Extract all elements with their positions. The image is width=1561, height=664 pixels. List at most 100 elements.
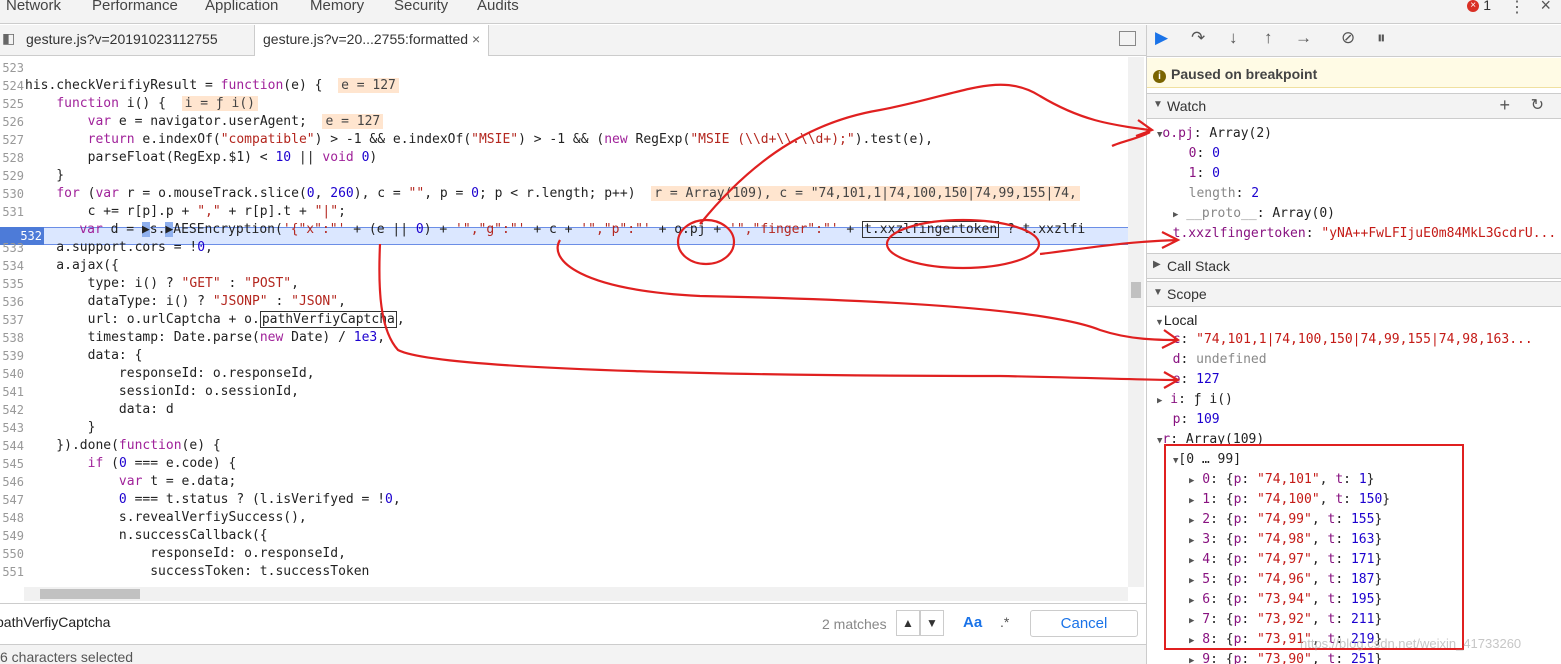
resume-icon[interactable]: ▶ xyxy=(1155,28,1168,48)
step-out-icon[interactable]: ↑ xyxy=(1264,28,1273,48)
line-number[interactable]: 529 xyxy=(0,167,24,185)
deactivate-breakpoints-icon[interactable]: ⊘ xyxy=(1341,28,1355,48)
tab-memory[interactable]: Memory xyxy=(310,0,364,14)
entry-value: Array(0) xyxy=(1272,206,1335,221)
cancel-search-button[interactable]: Cancel xyxy=(1030,610,1138,637)
line-number[interactable]: 535 xyxy=(0,275,24,293)
close-tab-icon[interactable]: × xyxy=(472,31,480,47)
line-number[interactable]: 538 xyxy=(0,329,24,347)
line-number[interactable]: 527 xyxy=(0,131,24,149)
debugger.watch-entry[interactable]: ▼o.pj: Array(2) xyxy=(1157,125,1272,144)
error-icon: × xyxy=(1467,0,1480,13)
tab-security[interactable]: Security xyxy=(394,0,448,14)
line-number[interactable]: 541 xyxy=(0,383,24,401)
line-number[interactable]: 548 xyxy=(0,509,24,527)
line-number[interactable]: 526 xyxy=(0,113,24,131)
line-number[interactable]: 540 xyxy=(0,365,24,383)
line-number[interactable]: 528 xyxy=(0,149,24,167)
step-icon[interactable]: → xyxy=(1295,28,1312,48)
debugger.local-entry: e: 127 xyxy=(1172,372,1220,387)
next-match-button[interactable]: ▼ xyxy=(920,610,944,636)
tab-application[interactable]: Application xyxy=(205,0,278,14)
code-line: 0 === t.status ? (l.isVerifyed = !0, xyxy=(118,492,401,507)
line-number[interactable]: 531 xyxy=(0,203,24,221)
line-number[interactable]: 544 xyxy=(0,437,24,455)
debugger.local-entry: p: 109 xyxy=(1172,412,1220,427)
local-scope-header[interactable]: ▼Local xyxy=(1155,311,1197,331)
debugger.local-entry: c: "74,101,1|74,100,150|74,99,155|74,98,… xyxy=(1172,332,1533,347)
line-number[interactable]: 546 xyxy=(0,473,24,491)
tab-performance[interactable]: Performance xyxy=(92,0,178,14)
code-line: if (0 === e.code) { xyxy=(87,456,237,471)
more-options-icon[interactable]: ⋮ xyxy=(1509,0,1525,17)
entry-value: 0 xyxy=(1212,146,1220,161)
code-line: } xyxy=(25,168,65,183)
match-case-button[interactable]: Aa xyxy=(963,614,982,631)
regex-button[interactable]: .* xyxy=(1000,614,1009,630)
editor-vertical-scrollbar[interactable] xyxy=(1128,57,1144,587)
line-number[interactable]: 536 xyxy=(0,293,24,311)
refresh-icon[interactable]: ↻ xyxy=(1531,95,1544,115)
annotation-box-mouse-track xyxy=(1164,444,1464,650)
entry-value: {p: "73,90", t: 251} xyxy=(1225,652,1383,664)
line-number[interactable]: 539 xyxy=(0,347,24,365)
file-tab-label: gesture.js?v=20...2755:formatted xyxy=(263,31,469,47)
scope-title: Scope xyxy=(1167,286,1207,302)
code-editor[interactable]: 532 523 524 his.checkVerifiyResult = funct… xyxy=(0,57,1128,587)
code-line: type: i() ? "GET" : "POST", xyxy=(25,276,299,291)
pause-on-exceptions-icon[interactable]: ⏸ xyxy=(1377,28,1386,48)
line-number[interactable]: 551 xyxy=(0,563,24,581)
line-number[interactable]: 533 xyxy=(0,239,24,257)
debugger.local-entry[interactable]: ▶ 9: {p: "73,90", t: 251} xyxy=(1189,651,1382,664)
scroll-thumb[interactable] xyxy=(1131,282,1141,298)
scroll-thumb-h[interactable] xyxy=(40,589,140,599)
code-line: parseFloat(RegExp.$1) < 10 || void 0) xyxy=(25,150,378,165)
line-number[interactable]: 550 xyxy=(0,545,24,563)
call-stack-section-header[interactable]: ▶ Call Stack xyxy=(1147,253,1561,279)
paused-text: Paused on breakpoint xyxy=(1171,66,1318,82)
debugger.watch-entry: 1: 0 xyxy=(1188,166,1220,181)
line-number[interactable]: 524 xyxy=(0,77,24,95)
code-line: responseId: o.responseId, xyxy=(25,546,346,561)
line-number[interactable]: 545 xyxy=(0,455,24,473)
previous-match-button[interactable]: ▲ xyxy=(896,610,920,636)
file-tab-gesture-formatted[interactable]: gesture.js?v=20...2755:formatted × xyxy=(254,25,490,56)
line-number[interactable]: 547 xyxy=(0,491,24,509)
step-over-icon[interactable]: ↷ xyxy=(1191,28,1205,48)
status-bar: 6 characters selected xyxy=(0,644,1146,664)
line-number[interactable]: 525 xyxy=(0,95,24,113)
file-tab-gesture[interactable]: gesture.js?v=20191023112755 xyxy=(26,31,218,47)
debugger.watch-entry[interactable]: ▶ __proto__: Array(0) xyxy=(1173,205,1335,224)
entry-value: 0 xyxy=(1212,166,1220,181)
line-number[interactable]: 543 xyxy=(0,419,24,437)
close-devtools-icon[interactable]: × xyxy=(1540,0,1551,16)
line-number[interactable]: 523 xyxy=(0,59,24,77)
scope-section-header[interactable]: ▼ Scope xyxy=(1147,281,1561,307)
debugger.local-entry: d: undefined xyxy=(1172,352,1267,367)
line-number[interactable]: 542 xyxy=(0,401,24,419)
line-number[interactable]: 537 xyxy=(0,311,24,329)
editor-horizontal-scrollbar[interactable] xyxy=(24,587,1128,601)
code-line: url: o.urlCaptcha + o. pathVerfiyCaptcha, xyxy=(25,311,405,328)
navigator-toggle-icon[interactable]: ◧ xyxy=(2,30,15,47)
toggle-debugger-icon[interactable] xyxy=(1119,31,1136,46)
line-number[interactable]: 530 xyxy=(0,185,24,203)
search-input[interactable] xyxy=(0,614,886,630)
debugger.watch-entry: t.xxzlfingertoken: "yNA++FwLFIjuE0m84MkL… xyxy=(1172,226,1557,241)
code-line: data: { xyxy=(25,348,143,363)
line-number[interactable]: 549 xyxy=(0,527,24,545)
watch-section-header[interactable]: ▼ Watch + ↻ xyxy=(1147,93,1561,119)
tab-network[interactable]: Network xyxy=(6,0,61,14)
line-number[interactable]: 534 xyxy=(0,257,24,275)
error-counter[interactable]: × 1 xyxy=(1467,0,1491,13)
add-watch-icon[interactable]: + xyxy=(1499,95,1510,116)
match-count: 2 matches xyxy=(822,616,887,632)
step-into-icon[interactable]: ↓ xyxy=(1229,28,1238,48)
tab-audits[interactable]: Audits xyxy=(477,0,519,14)
entry-value: 109 xyxy=(1196,412,1220,427)
debugger.local-entry[interactable]: ▶ i: ƒ i() xyxy=(1157,391,1233,410)
search-bar: 2 matches ▲ ▼ Aa .* Cancel xyxy=(0,603,1146,643)
code-line: return e.indexOf("compatible") > -1 && e… xyxy=(87,132,933,147)
entry-key: __proto__ xyxy=(1186,206,1257,221)
expand-right-icon: ▶ xyxy=(1157,396,1163,406)
